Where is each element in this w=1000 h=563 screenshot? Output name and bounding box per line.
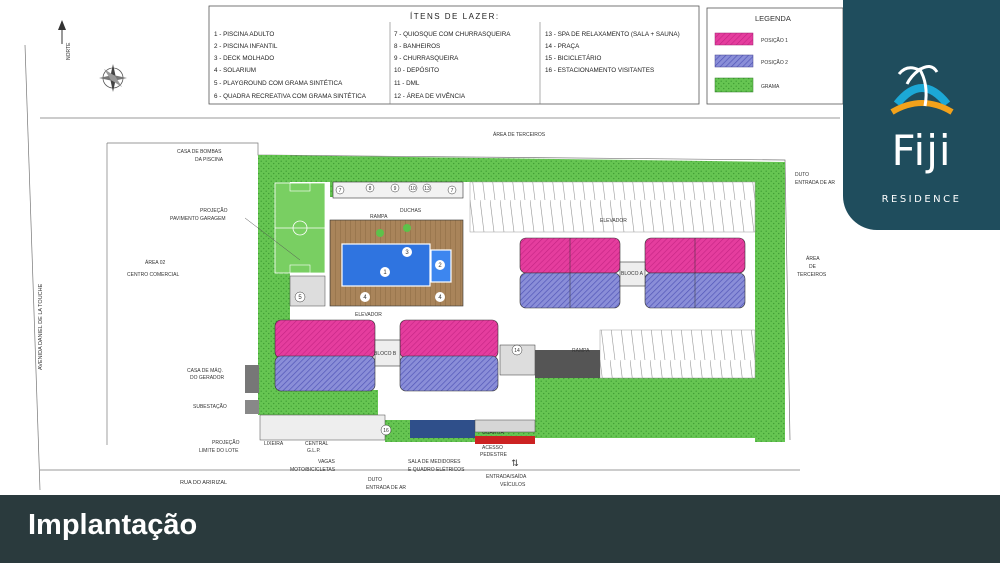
entrada-1: ENTRADA/SAÍDA xyxy=(486,473,527,480)
svg-text:16: 16 xyxy=(383,428,389,434)
compass-rose-icon xyxy=(99,64,127,92)
leisure-item: 15 - BICICLETÁRIO xyxy=(545,53,601,62)
proj-limite-2: LIMITE DO LOTE xyxy=(199,448,239,454)
leisure-item: 10 - DEPÓSITO xyxy=(394,65,439,74)
acesso-1: ACESSO xyxy=(482,445,503,451)
svg-text:14: 14 xyxy=(514,348,520,354)
bloco-a-label: BLOCO A xyxy=(621,271,644,277)
kiosk-row: 7 8 9 10 13 7 xyxy=(332,181,464,199)
north-arrow-icon: NORTE xyxy=(58,20,72,60)
central-1: CENTRAL xyxy=(305,441,329,447)
lixeira-label: LIXEIRA xyxy=(264,441,284,447)
footer-bar: Implantação xyxy=(0,495,1000,563)
area-right-de: DE xyxy=(809,264,817,270)
generator-house xyxy=(245,365,259,393)
sports-court xyxy=(274,182,326,274)
parking-top xyxy=(469,181,756,233)
svg-text:9: 9 xyxy=(394,186,397,192)
area-terceiros-top: ÁREA DE TERCEIROS xyxy=(493,131,546,138)
casa-maq-1: CASA DE MÁQ. xyxy=(187,367,223,374)
projecao-1: PROJEÇÃO xyxy=(200,207,228,214)
leisure-item: 3 - DECK MOLHADO xyxy=(214,55,274,62)
adult-pool xyxy=(341,243,431,287)
vagas-1: VAGAS xyxy=(318,459,336,465)
casa-bombas-2: DA PISCINA xyxy=(195,157,224,163)
entrada-2: VEÍCULOS xyxy=(500,481,526,488)
duto-2: ENTRADA DE AR xyxy=(366,485,406,491)
duto-dir-1: DUTO xyxy=(795,172,809,178)
brand-subtitle: RESIDENCE xyxy=(881,194,962,205)
leisure-item: 11 - DML xyxy=(394,80,420,87)
legend-swatch-pos1 xyxy=(714,32,754,46)
leisure-item: 14 - PRAÇA xyxy=(545,43,580,50)
projecao-2: PAVIMENTO GARAGEM xyxy=(170,216,226,222)
leisure-item: 12 - ÁREA DE VIVÊNCIA xyxy=(394,91,466,100)
legend-title: LEGENDA xyxy=(755,14,791,23)
area-right-terceiros: TERCEIROS xyxy=(797,272,827,278)
palm-logo-icon xyxy=(890,65,954,115)
leisure-item: 7 - QUIOSQUE COM CHURRASQUEIRA xyxy=(394,31,511,38)
rampa-label-2: RAMPA xyxy=(572,348,590,354)
acesso-2: PEDESTRE xyxy=(480,452,508,458)
legend-swatch-pos2 xyxy=(714,54,754,68)
entrance-arrows-icon: ⇅ xyxy=(511,458,519,468)
north-label: NORTE xyxy=(66,42,72,60)
leisure-item: 5 - PLAYGROUND COM GRAMA SINTÉTICA xyxy=(214,78,343,87)
leisure-item: 8 - BANHEIROS xyxy=(394,43,440,50)
substation xyxy=(245,400,259,414)
area-02-label: ÁREA 02 xyxy=(145,259,166,266)
brand-panel: Fiji RESIDENCE xyxy=(843,0,1000,230)
legend-label-pos1: POSIÇÃO 1 xyxy=(761,37,788,44)
elevador-a: ELEVADOR xyxy=(600,218,627,224)
svg-text:7: 7 xyxy=(339,188,342,194)
legend-swatch-grama xyxy=(714,77,754,93)
leisure-item: 2 - PISCINA INFANTIL xyxy=(214,43,278,50)
playground: 5 xyxy=(289,275,326,307)
leisure-item: 1 - PISCINA ADULTO xyxy=(214,31,274,38)
rampa-label: RAMPA xyxy=(370,214,388,220)
casa-bombas-1: CASA DE BOMBAS xyxy=(177,149,222,155)
sala-1: SALA DE MEDIDORES xyxy=(408,459,461,465)
duchas-label: DUCHAS xyxy=(400,208,422,214)
page-title: Implantação xyxy=(28,509,198,541)
rua-label: RUA DO ARIRIZAL xyxy=(180,480,227,486)
leisure-item: 6 - QUADRA RECREATIVA COM GRAMA SINTÉTIC… xyxy=(214,91,367,100)
casa-maq-2: DO GERADOR xyxy=(190,375,225,381)
sala-2: E QUADRO ELÉTRICOS xyxy=(408,466,465,473)
centro-comercial-label: CENTRO COMERCIAL xyxy=(127,272,179,278)
duto-dir-2: ENTRADA DE AR xyxy=(795,180,835,186)
leisure-item: 16 - ESTACIONAMENTO VISITANTES xyxy=(545,67,654,74)
leisure-item: 4 - SOLARIUM xyxy=(214,67,256,74)
legend-label-grama: GRAMA xyxy=(761,84,780,90)
svg-text:10: 10 xyxy=(410,186,416,192)
legend-box: LEGENDA POSIÇÃO 1 POSIÇÃO 2 GRAMA xyxy=(706,7,844,105)
leisure-items-title: ÍTENS DE LAZER: xyxy=(410,12,500,21)
proj-limite-1: PROJEÇÃO xyxy=(212,439,240,446)
vagas-2: MOTO/BICICLETAS xyxy=(290,467,336,473)
duto-1: DUTO xyxy=(368,477,382,483)
pool-area: 1 2 3 4 4 xyxy=(329,219,464,307)
svg-text:13: 13 xyxy=(424,186,430,192)
elevador-b: ELEVADOR xyxy=(355,312,382,318)
bloco-b-label: BLOCO B xyxy=(374,351,397,357)
subestacao-label: SUBESTAÇÃO xyxy=(193,403,227,410)
leisure-items-box: ÍTENS DE LAZER: 1 - PISCINA ADULTO 2 - P… xyxy=(208,5,700,105)
area-right-label: ÁREA xyxy=(806,255,820,262)
leisure-item: 9 - CHURRASQUEIRA xyxy=(394,55,459,62)
parking-right xyxy=(599,329,756,379)
avenida-label: AVENIDA DANIEL DE LA TOUCHE xyxy=(38,283,44,370)
central-2: G.L.P. xyxy=(307,448,321,454)
legend-label-pos2: POSIÇÃO 2 xyxy=(761,59,788,66)
leisure-item: 13 - SPA DE RELAXAMENTO (SALA + SAUNA) xyxy=(545,31,680,38)
brand-name: Fiji xyxy=(891,126,952,175)
svg-text:7: 7 xyxy=(451,188,454,194)
svg-text:8: 8 xyxy=(369,186,372,192)
